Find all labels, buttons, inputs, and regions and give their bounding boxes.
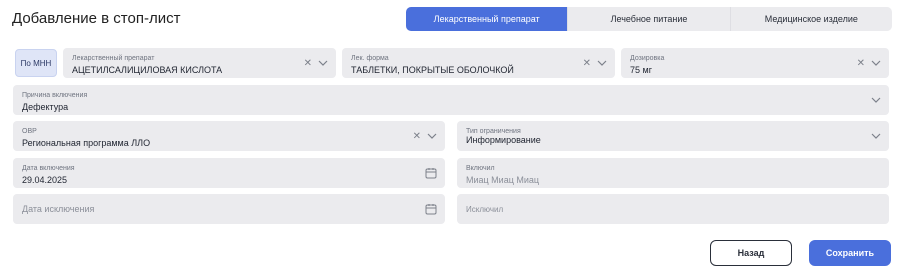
mnn-toggle-button[interactable]: По МНН [15, 49, 57, 77]
chevron-down-icon[interactable] [427, 133, 437, 139]
reason-select[interactable]: Причина включения Дефектура [13, 85, 889, 115]
chevron-down-icon[interactable] [871, 97, 881, 103]
dosage-form-value: ТАБЛЕТКИ, ПОКРЫТЫЕ ОБОЛОЧКОЙ [351, 65, 514, 75]
restriction-type-label: Тип ограничения [466, 128, 521, 135]
calendar-icon[interactable] [425, 203, 437, 215]
dosage-value: 75 мг [630, 65, 652, 75]
chevron-down-icon[interactable] [318, 60, 328, 66]
reason-value: Дефектура [22, 102, 69, 112]
chevron-down-icon[interactable] [871, 133, 881, 139]
exclude-date-placeholder: Дата исключения [22, 204, 95, 214]
chevron-down-icon[interactable] [597, 60, 607, 66]
calendar-icon[interactable] [425, 167, 437, 179]
exclude-date-field[interactable]: Дата исключения [13, 194, 445, 224]
dosage-form-select[interactable]: Лек. форма ТАБЛЕТКИ, ПОКРЫТЫЕ ОБОЛОЧКОЙ … [342, 48, 615, 78]
ovr-select[interactable]: ОВР Региональная программа ЛЛО ✕ [13, 121, 445, 151]
include-date-field[interactable]: Дата включения 29.04.2025 [13, 158, 445, 188]
clear-icon[interactable]: ✕ [583, 58, 591, 69]
back-button[interactable]: Назад [710, 240, 792, 266]
save-button[interactable]: Сохранить [809, 240, 891, 266]
chevron-down-icon[interactable] [871, 60, 881, 66]
excluded-by-field: Исключил [457, 194, 889, 224]
included-by-label: Включил [466, 165, 495, 172]
category-tabs: Лекарственный препарат Лечебное питание … [406, 7, 892, 31]
included-by-value: Миац Миац Миац [466, 175, 540, 185]
included-by-field: Включил Миац Миац Миац [457, 158, 889, 188]
dosage-select[interactable]: Дозировка 75 мг ✕ [621, 48, 889, 78]
dosage-form-label: Лек. форма [351, 55, 389, 62]
tab-drug[interactable]: Лекарственный препарат [406, 7, 568, 31]
include-date-label: Дата включения [22, 165, 75, 172]
ovr-value: Региональная программа ЛЛО [22, 138, 151, 148]
drug-value: АЦЕТИЛСАЛИЦИЛОВАЯ КИСЛОТА [72, 65, 223, 75]
restriction-type-select[interactable]: Тип ограничения Информирование [457, 121, 889, 151]
clear-icon[interactable]: ✕ [857, 58, 865, 69]
ovr-label: ОВР [22, 128, 37, 135]
drug-select[interactable]: Лекарственный препарат АЦЕТИЛСАЛИЦИЛОВАЯ… [63, 48, 336, 78]
include-date-value: 29.04.2025 [22, 175, 68, 185]
tab-medical-device[interactable]: Медицинское изделие [729, 7, 892, 31]
excluded-by-placeholder: Исключил [466, 204, 504, 214]
page-title: Добавление в стоп-лист [12, 10, 181, 27]
tab-medical-nutrition[interactable]: Лечебное питание [567, 7, 729, 31]
reason-label: Причина включения [22, 92, 88, 99]
drug-label: Лекарственный препарат [72, 55, 155, 62]
clear-icon[interactable]: ✕ [304, 58, 312, 69]
dosage-label: Дозировка [630, 55, 665, 62]
clear-icon[interactable]: ✕ [413, 131, 421, 142]
restriction-type-value: Информирование [466, 135, 541, 145]
